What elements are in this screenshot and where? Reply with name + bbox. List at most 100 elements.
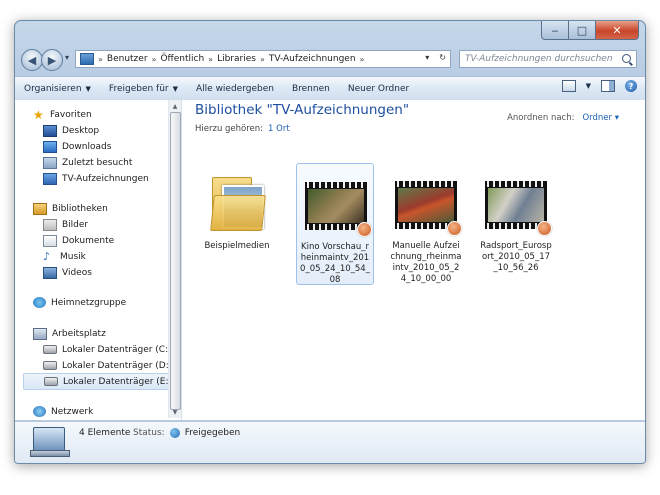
arrange-by: Anordnen nach: Ordner ▾ xyxy=(507,113,619,123)
caret-down-icon: ▼ xyxy=(172,84,179,93)
videos-icon xyxy=(43,266,57,279)
drive-icon xyxy=(43,361,57,370)
nav-label: Lokaler Datenträger (E:) xyxy=(63,376,173,387)
search-input[interactable]: TV-Aufzeichnungen durchsuchen xyxy=(459,50,637,68)
drive-icon xyxy=(43,345,57,354)
music-icon: ♪ xyxy=(43,249,51,263)
breadcrumb-separator: » xyxy=(359,54,365,64)
video-thumbnail-icon xyxy=(485,181,547,229)
nav-item-tv-aufzeichnungen[interactable]: TV-Aufzeichnungen xyxy=(43,171,149,186)
breadcrumb-tv-aufzeichnungen[interactable]: TV-Aufzeichnungen xyxy=(269,54,356,64)
nav-item-bilder[interactable]: Bilder xyxy=(43,217,88,232)
downloads-icon xyxy=(43,140,57,153)
organize-label: Organisieren xyxy=(24,83,82,94)
share-label: Freigeben für xyxy=(108,83,169,94)
recent-places-icon xyxy=(43,156,57,169)
arrange-dropdown[interactable]: Ordner ▾ xyxy=(582,113,619,123)
arrange-value: Ordner xyxy=(582,113,613,123)
shared-users-icon xyxy=(169,428,180,438)
scroll-up-icon[interactable]: ▲ xyxy=(169,101,181,111)
nav-item-videos[interactable]: Videos xyxy=(43,265,92,280)
maximize-button[interactable]: □ xyxy=(569,21,596,40)
view-icon[interactable] xyxy=(561,80,576,92)
nav-item-musik[interactable]: ♪ Musik xyxy=(43,249,86,264)
file-label: Kino Vorschau_rheinmaintv_2010_05_24_10_… xyxy=(300,242,370,285)
new-folder-button[interactable]: Neuer Ordner xyxy=(339,77,418,100)
status-label: Status: xyxy=(133,428,165,438)
caption-buttons: ‒ □ ✕ xyxy=(541,21,639,40)
network-icon xyxy=(33,406,46,417)
nav-network[interactable]: Netzwerk xyxy=(33,404,93,419)
refresh-icon[interactable]: ↻ xyxy=(439,53,446,62)
nav-favorites[interactable]: ★ Favoriten xyxy=(33,107,92,122)
tv-library-icon xyxy=(43,172,57,185)
arrow-left-icon: ◀ xyxy=(27,53,37,67)
breadcrumb-separator: » xyxy=(98,54,103,64)
nav-label: Desktop xyxy=(62,125,100,136)
address-row: ◀ ▶ ▾ » Benutzer » Öffentlich » Librarie… xyxy=(19,49,639,71)
address-controls: ▾ ↻ xyxy=(425,53,446,62)
scroll-down-icon[interactable]: ▼ xyxy=(169,407,181,417)
file-item-video[interactable]: Kino Vorschau_rheinmaintv_2010_05_24_10_… xyxy=(296,163,374,285)
library-icon xyxy=(80,53,94,65)
back-button[interactable]: ◀ xyxy=(21,49,43,71)
nav-label: Bilder xyxy=(62,219,89,230)
item-count: 4 Elemente xyxy=(79,428,131,438)
nav-label: Downloads xyxy=(62,141,112,152)
nav-libraries[interactable]: Bibliotheken xyxy=(33,201,108,216)
nav-item-dokumente[interactable]: Dokumente xyxy=(43,233,114,248)
nav-homegroup[interactable]: Heimnetzgruppe xyxy=(33,295,126,310)
share-button[interactable]: Freigeben für ▼ xyxy=(100,77,187,100)
nav-item-drive-e[interactable]: Lokaler Datenträger (E:) xyxy=(23,373,181,390)
burn-button[interactable]: Brennen xyxy=(283,77,339,100)
caret-down-icon: ▾ xyxy=(614,113,619,123)
scroll-thumb[interactable] xyxy=(170,112,181,410)
breadcrumb-oeffentlich[interactable]: Öffentlich xyxy=(160,54,204,64)
laptop-icon xyxy=(30,427,70,457)
recent-pages-dropdown[interactable]: ▾ xyxy=(65,53,69,62)
nav-label: Heimnetzgruppe xyxy=(51,297,127,308)
close-button[interactable]: ✕ xyxy=(596,21,639,40)
nav-label: Dokumente xyxy=(62,235,115,246)
address-bar[interactable]: » Benutzer » Öffentlich » Libraries » TV… xyxy=(75,50,451,68)
nav-item-desktop[interactable]: Desktop xyxy=(43,123,99,138)
nav-item-drive-d[interactable]: Lokaler Datenträger (D:) xyxy=(43,358,172,373)
nav-label: Favoriten xyxy=(50,109,92,120)
star-icon: ★ xyxy=(33,107,44,122)
media-player-badge-icon xyxy=(357,222,372,237)
breadcrumb-benutzer[interactable]: Benutzer xyxy=(107,54,148,64)
search-icon[interactable] xyxy=(622,54,631,63)
computer-icon xyxy=(33,327,47,340)
forward-button[interactable]: ▶ xyxy=(41,49,63,71)
address-dropdown-icon[interactable]: ▾ xyxy=(425,53,429,62)
organize-button[interactable]: Organisieren ▼ xyxy=(15,77,100,100)
pictures-icon xyxy=(43,218,57,231)
search-placeholder: TV-Aufzeichnungen durchsuchen xyxy=(465,54,613,64)
desktop-icon xyxy=(43,124,57,137)
nav-item-recent[interactable]: Zuletzt besucht xyxy=(43,155,132,170)
library-locations: Hierzu gehören: 1 Ort xyxy=(195,124,290,134)
breadcrumb-libraries[interactable]: Libraries xyxy=(217,54,256,64)
file-item-video[interactable]: Manuelle Aufzeichnung_rheinmaintv_2010_0… xyxy=(387,163,465,285)
help-icon[interactable]: ? xyxy=(625,80,637,92)
nav-scrollbar[interactable]: ▲ ▼ xyxy=(168,100,181,418)
locations-link[interactable]: 1 Ort xyxy=(268,124,290,134)
file-item-folder[interactable]: Beispielmedien xyxy=(198,163,276,285)
media-player-badge-icon xyxy=(447,221,462,236)
explorer-window: ‒ □ ✕ ◀ ▶ ▾ » Benutzer » Öffentlich » Li… xyxy=(14,20,646,464)
page-title: Bibliothek "TV-Aufzeichnungen" xyxy=(195,102,410,118)
nav-item-drive-c[interactable]: Lokaler Datenträger (C:) xyxy=(43,342,172,357)
nav-label: Musik xyxy=(60,251,86,262)
homegroup-icon xyxy=(33,297,46,308)
minimize-button[interactable]: ‒ xyxy=(541,21,569,40)
view-dropdown-icon[interactable]: ▼ xyxy=(586,82,591,90)
play-all-button[interactable]: Alle wiedergeben xyxy=(187,77,283,100)
nav-label: Lokaler Datenträger (C:) xyxy=(62,344,172,355)
nav-label: TV-Aufzeichnungen xyxy=(62,173,149,184)
nav-label: Netzwerk xyxy=(51,406,94,417)
file-item-video[interactable]: Radsport_Eurosport_2010_05_17_10_56_26 xyxy=(477,163,555,285)
nav-computer[interactable]: Arbeitsplatz xyxy=(33,326,106,341)
preview-pane-icon[interactable] xyxy=(601,80,615,92)
nav-item-downloads[interactable]: Downloads xyxy=(43,139,111,154)
nav-label: Videos xyxy=(62,267,92,278)
